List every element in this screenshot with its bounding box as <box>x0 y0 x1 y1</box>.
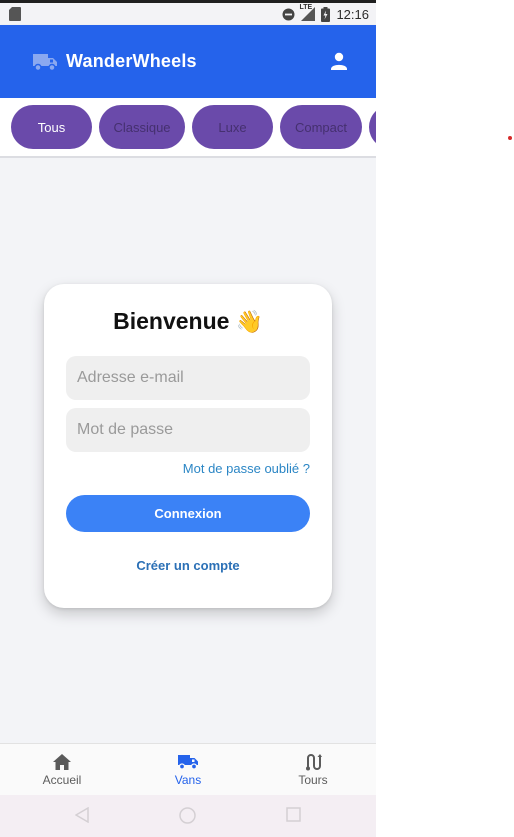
chip-label: Classique <box>113 119 171 135</box>
app-title: WanderWheels <box>66 51 197 71</box>
category-filter-bar: Tous Classique Luxe Compact <box>0 98 376 158</box>
signal-indicator: LTE <box>299 4 316 21</box>
chip-luxe[interactable]: Luxe <box>192 105 273 149</box>
battery-icon <box>321 6 331 22</box>
login-button-label: Connexion <box>154 506 222 521</box>
system-navigation-bar <box>0 795 376 837</box>
email-field[interactable] <box>66 356 310 400</box>
status-icons: LTE 12:16 <box>282 4 369 23</box>
nav-label: Tours <box>298 773 328 787</box>
login-button[interactable]: Connexion <box>66 495 310 532</box>
bottom-navigation: Accueil Vans Tours <box>0 743 376 796</box>
welcome-heading: Bienvenue 👋 <box>44 308 332 335</box>
create-account-link[interactable]: Créer un compte <box>44 558 332 573</box>
profile-button[interactable] <box>328 50 350 72</box>
status-bar: LTE 12:16 <box>0 3 376 25</box>
van-icon <box>33 53 57 71</box>
brand[interactable]: WanderWheels <box>32 25 197 98</box>
network-type: LTE <box>299 4 313 11</box>
chip-compact[interactable]: Compact <box>280 105 362 149</box>
nav-label: Vans <box>174 773 202 787</box>
waving-hand-icon: 👋 <box>235 308 263 334</box>
nav-tours[interactable]: Tours <box>263 744 363 796</box>
user-icon <box>331 52 347 70</box>
recents-icon[interactable] <box>286 807 301 822</box>
password-input[interactable] <box>77 421 310 439</box>
nav-accueil[interactable]: Accueil <box>12 744 112 796</box>
back-icon[interactable] <box>75 807 89 823</box>
sd-card-icon <box>9 7 21 21</box>
app-bar: WanderWheels <box>0 25 376 98</box>
home-icon <box>53 754 71 770</box>
status-time: 12:16 <box>336 6 369 22</box>
email-input[interactable] <box>77 369 310 387</box>
red-dot-marker <box>508 136 512 140</box>
van-icon <box>178 755 198 770</box>
route-icon <box>306 754 322 771</box>
nav-vans[interactable]: Vans <box>138 744 238 796</box>
welcome-title: Bienvenue <box>113 308 230 334</box>
dnd-icon <box>282 8 295 20</box>
phone-screen: LTE 12:16 WanderWheels Tous Classique Lu… <box>0 0 376 837</box>
chip-label: Compact <box>294 119 348 135</box>
password-field[interactable] <box>66 408 310 452</box>
home-circle-icon[interactable] <box>179 807 196 824</box>
chip-partial[interactable] <box>369 105 376 149</box>
chip-tous[interactable]: Tous <box>11 105 92 149</box>
chip-label: Luxe <box>218 119 247 135</box>
forgot-password-link[interactable]: Mot de passe oublié ? <box>183 461 310 476</box>
login-card: Bienvenue 👋 Mot de passe oublié ? Connex… <box>44 284 332 608</box>
nav-label: Accueil <box>42 773 82 787</box>
chip-label: Tous <box>37 119 66 135</box>
chip-classique[interactable]: Classique <box>99 105 185 149</box>
